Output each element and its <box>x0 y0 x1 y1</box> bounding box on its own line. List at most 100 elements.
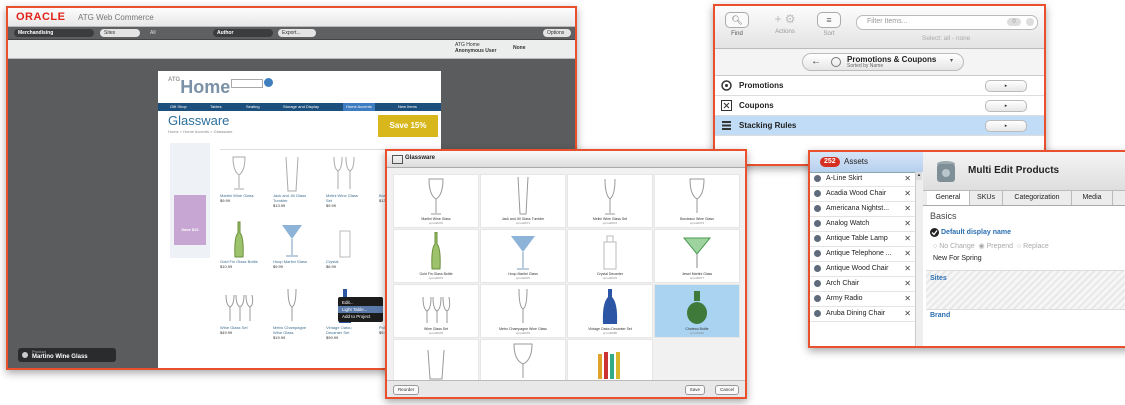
find-button[interactable]: 🔍︎ Find <box>723 12 751 37</box>
site-search-input[interactable] <box>231 79 263 88</box>
asset-list-scrollbar[interactable]: ▴ <box>915 172 923 346</box>
open-arrow-button[interactable]: ▸ <box>985 120 1027 132</box>
nav-item[interactable]: Seating <box>246 103 260 111</box>
asset-list-item[interactable]: Arch Chair ✕ <box>810 277 915 292</box>
brand-label[interactable]: Brand <box>930 312 950 319</box>
folder-row-stacking-rules[interactable]: Stacking Rules ▸ <box>715 116 1044 136</box>
radio-no-change[interactable]: ○ No Change <box>933 243 975 250</box>
nav-item[interactable]: Storage and Display <box>283 103 319 111</box>
sidebar-promo-image[interactable] <box>174 195 206 245</box>
select-all-none[interactable]: Select: all - none <box>922 35 970 42</box>
light-table-cell[interactable]: Gold Fin Glass Bottle xprod2074 <box>393 229 479 283</box>
asset-list-item[interactable]: A-Line Skirt ✕ <box>810 172 915 187</box>
light-table-cell[interactable]: Melini Wine Glass Set xprod2072 <box>567 174 653 228</box>
save-button[interactable]: Save <box>684 385 705 395</box>
product-thumbnail <box>481 342 565 380</box>
project-selector[interactable]: Merchandising <box>14 29 94 37</box>
product-tile[interactable]: Hoop Martini Glass $9.99 <box>273 219 311 269</box>
open-arrow-button[interactable]: ▸ <box>985 80 1027 92</box>
promo-banner[interactable]: Save 15% <box>378 115 438 137</box>
author-selector[interactable]: Author <box>213 29 273 37</box>
light-table-cell[interactable]: Crystal Decanter xprod2076 <box>567 229 653 283</box>
reorder-button[interactable]: Reorder <box>393 385 420 395</box>
asset-list-item[interactable]: Army Radio ✕ <box>810 292 915 307</box>
light-table-cell[interactable]: Martini Wine Glass xprod2070 <box>393 174 479 228</box>
product-tile[interactable]: Metro Champagne Wine Glass $19.99 <box>273 285 311 340</box>
tab-media[interactable]: Media <box>1072 191 1113 205</box>
asset-list-item[interactable]: Antique Telephone ... ✕ <box>810 247 915 262</box>
menu-item-edit[interactable]: Edit... <box>338 299 383 306</box>
sites-label[interactable]: Sites <box>930 275 947 282</box>
radio-prepend[interactable]: ◉ Prepend <box>979 243 1014 250</box>
tab-skus[interactable]: SKUs <box>970 191 1003 205</box>
nav-item-active[interactable]: Home Accents <box>343 103 375 111</box>
segment-selector[interactable]: None <box>513 42 526 59</box>
remove-icon[interactable]: ✕ <box>904 279 911 288</box>
light-table-cell[interactable]: Vintage Oatou Decanter Set xprod2080 <box>567 284 653 338</box>
light-table-cell[interactable]: Wine Glass Set xprod2078 <box>393 284 479 338</box>
asset-list-item[interactable]: Americana Nightst... ✕ <box>810 202 915 217</box>
chevron-down-icon[interactable]: ▾ <box>950 57 953 64</box>
remove-icon[interactable]: ✕ <box>904 264 911 273</box>
folder-row-coupons[interactable]: Coupons ▸ <box>715 96 1044 116</box>
scroll-up-icon[interactable]: ▴ <box>916 172 922 180</box>
radio-replace[interactable]: ○ Replace <box>1017 243 1049 250</box>
display-name-value[interactable]: New For Spring <box>933 255 982 262</box>
remove-icon[interactable]: ✕ <box>904 294 911 303</box>
clear-filter-icon[interactable] <box>1026 18 1034 26</box>
light-table-cell[interactable]: Metro Champagne Wine Glass xprod2079 <box>480 284 566 338</box>
nav-item[interactable]: New Items <box>398 103 417 111</box>
folder-row-promotions[interactable]: Promotions ▸ <box>715 76 1044 96</box>
remove-icon[interactable]: ✕ <box>904 249 911 258</box>
breadcrumb[interactable]: Home > Home Accents > Glassware <box>168 129 232 134</box>
product-id: xprod2076 <box>602 276 618 280</box>
nav-item[interactable]: Tables <box>210 103 222 111</box>
product-tile[interactable]: Gold Fin Glass Bottle $10.99 <box>220 219 258 269</box>
sites-selector[interactable]: Sites <box>100 29 140 37</box>
product-id: xprod2071 <box>515 221 531 225</box>
asset-list-item[interactable]: Antique Wood Chair ✕ <box>810 262 915 277</box>
tab-categorization[interactable]: Categorization <box>1003 191 1072 205</box>
product-tile[interactable]: Wine Glass Set $49.99 <box>220 285 258 335</box>
light-table-cell[interactable]: Hoop Martini Glass xprod2075 <box>480 229 566 283</box>
sort-button[interactable]: ≡ Sort <box>815 12 843 37</box>
remove-icon[interactable]: ✕ <box>904 189 911 198</box>
cancel-button[interactable]: Cancel <box>714 385 739 395</box>
product-tile[interactable]: Jack and Jill Glass Tumbler $13.99 <box>273 153 311 208</box>
asset-list-item[interactable]: Aruba Dining Chair ✕ <box>810 307 915 322</box>
light-table-cell[interactable]: Jack and Jill Glass Tumbler xprod2071 <box>480 174 566 228</box>
selected-asset-status[interactable]: Product Martino Wine Glass <box>18 348 116 362</box>
version-selector[interactable]: All <box>146 29 180 37</box>
remove-icon[interactable]: ✕ <box>904 219 911 228</box>
product-tile[interactable]: Crystal $6.99 <box>326 219 364 269</box>
nav-item[interactable]: Gift Shop <box>170 103 187 111</box>
actions-button[interactable]: + ⚙ Actions <box>765 12 805 35</box>
asset-list-item[interactable]: Acadia Wood Chair ✕ <box>810 187 915 202</box>
remove-icon[interactable]: ✕ <box>904 309 911 318</box>
open-arrow-button[interactable]: ▸ <box>985 100 1027 112</box>
remove-icon[interactable]: ✕ <box>904 234 911 243</box>
product-tile[interactable]: Melini Wine Glass Set $9.99 <box>326 153 364 208</box>
back-arrow-icon[interactable]: ← <box>811 56 821 67</box>
menu-item-light-table[interactable]: Light Table... <box>338 306 383 313</box>
asset-name: A-Line Skirt <box>826 175 863 182</box>
folder-selector[interactable]: ← Promotions & Coupons Sorted by Name ▾ <box>802 53 964 71</box>
site-search-icon[interactable] <box>264 78 273 87</box>
tab-general[interactable]: General <box>927 191 970 205</box>
status-asset-name: Martino Wine Glass <box>32 354 88 360</box>
menu-item-add-to-project[interactable]: Add to Project <box>338 313 383 320</box>
product-tile[interactable]: Martini Wine Glass $9.99 <box>220 153 258 203</box>
remove-icon[interactable]: ✕ <box>904 204 911 213</box>
export-button[interactable]: Export... <box>278 29 316 37</box>
asset-list-item[interactable]: Antique Table Lamp ✕ <box>810 232 915 247</box>
tumbler-image <box>273 153 311 193</box>
remove-icon[interactable]: ✕ <box>904 174 911 183</box>
light-table-cell[interactable]: Chateau Bottle xprod2081 <box>654 284 740 338</box>
asset-list-item[interactable]: Analog Watch ✕ <box>810 217 915 232</box>
options-button[interactable]: Options <box>543 29 571 37</box>
light-table-cell[interactable]: Bordeaux Wine Glass xprod2073 <box>654 174 740 228</box>
promotion-icon <box>721 80 732 91</box>
user-info[interactable]: ATG Home Anonymous User <box>455 42 496 56</box>
filter-input[interactable]: Filter Items... 0 <box>856 15 1038 30</box>
light-table-cell[interactable]: Jewel Martini Glass xprod2077 <box>654 229 740 283</box>
